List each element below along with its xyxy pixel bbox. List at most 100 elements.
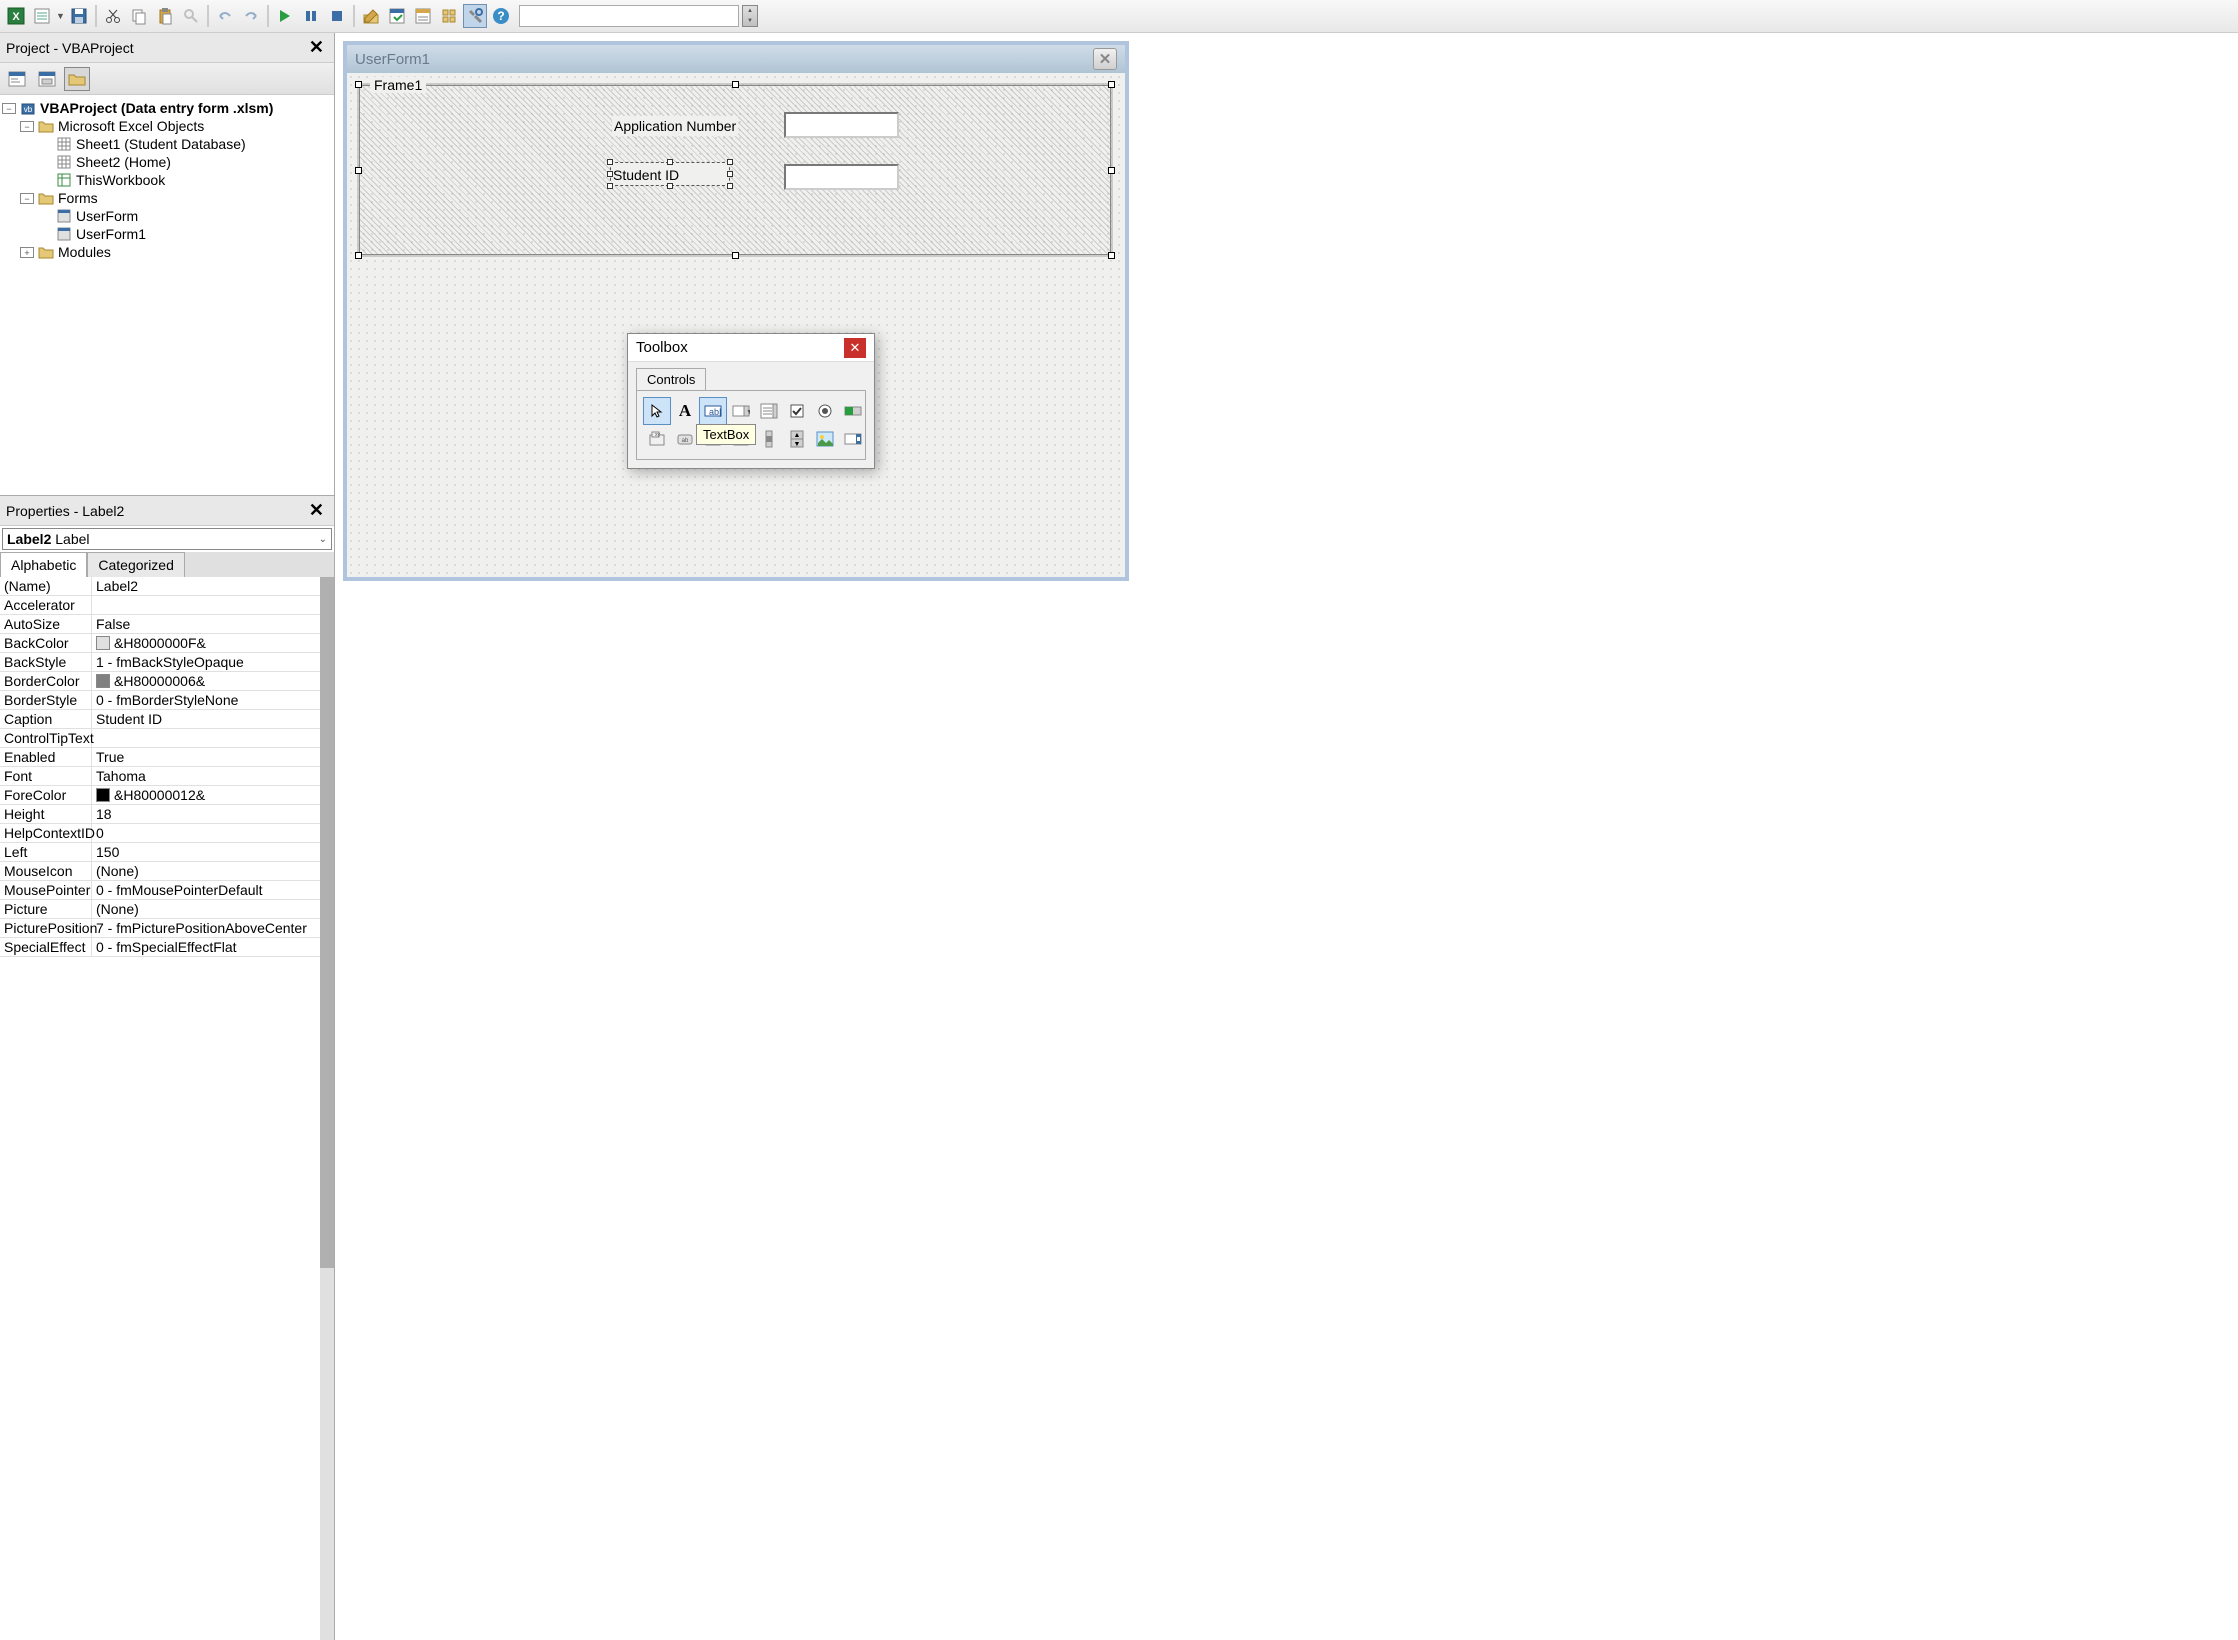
property-value[interactable]: 1 - fmBackStyleOpaque (92, 653, 334, 671)
property-value[interactable]: (None) (92, 900, 334, 918)
tree-forms[interactable]: − Forms (2, 189, 332, 207)
property-row[interactable]: (Name)Label2 (0, 577, 334, 596)
design-mode-icon[interactable] (359, 4, 383, 28)
property-row[interactable]: Accelerator (0, 596, 334, 615)
properties-object-selector[interactable]: Label2 Label ⌄ (2, 528, 332, 550)
paste-icon[interactable] (153, 4, 177, 28)
toolbox-tab-controls[interactable]: Controls (636, 368, 706, 390)
property-row[interactable]: PicturePosition7 - fmPicturePositionAbov… (0, 919, 334, 938)
property-row[interactable]: AutoSizeFalse (0, 615, 334, 634)
property-value[interactable]: Label2 (92, 577, 334, 595)
undo-icon[interactable] (213, 4, 237, 28)
property-value[interactable] (92, 604, 334, 606)
textbox-application-number[interactable] (784, 112, 899, 138)
property-row[interactable]: EnabledTrue (0, 748, 334, 767)
checkbox-tool-icon[interactable] (783, 397, 811, 425)
property-value[interactable]: 0 - fmMousePointerDefault (92, 881, 334, 899)
redo-icon[interactable] (239, 4, 263, 28)
toolbox-icon[interactable] (463, 4, 487, 28)
help-icon[interactable]: ? (489, 4, 513, 28)
property-value[interactable] (92, 737, 334, 739)
collapse-icon[interactable]: − (20, 193, 34, 204)
textbox-student-id[interactable] (784, 164, 899, 190)
property-row[interactable]: Picture(None) (0, 900, 334, 919)
property-row[interactable]: CaptionStudent ID (0, 710, 334, 729)
property-value[interactable]: &H80000006& (92, 672, 334, 690)
property-value[interactable]: 7 - fmPicturePositionAboveCenter (92, 919, 334, 937)
combobox-tool-icon[interactable]: ▼ (727, 397, 755, 425)
property-row[interactable]: ControlTipText (0, 729, 334, 748)
find-icon[interactable] (179, 4, 203, 28)
property-row[interactable]: BorderColor&H80000006& (0, 672, 334, 691)
textbox-tool-icon[interactable]: ab| (699, 397, 727, 425)
property-row[interactable]: FontTahoma (0, 767, 334, 786)
save-icon[interactable] (67, 4, 91, 28)
userform-close-icon[interactable]: ✕ (1093, 48, 1117, 70)
pointer-tool-icon[interactable] (643, 397, 671, 425)
run-icon[interactable] (273, 4, 297, 28)
tab-categorized[interactable]: Categorized (87, 552, 185, 577)
view-object-icon[interactable] (34, 67, 60, 91)
property-value[interactable]: &H8000000F& (92, 634, 334, 652)
tree-thisworkbook[interactable]: ThisWorkbook (2, 171, 332, 189)
togglebutton-tool-icon[interactable] (839, 397, 867, 425)
property-row[interactable]: Height18 (0, 805, 334, 824)
collapse-icon[interactable]: − (20, 121, 34, 132)
property-value[interactable]: 0 (92, 824, 334, 842)
tree-modules[interactable]: + Modules (2, 243, 332, 261)
property-row[interactable]: BackStyle1 - fmBackStyleOpaque (0, 653, 334, 672)
tree-userform[interactable]: UserForm (2, 207, 332, 225)
project-explorer-icon[interactable] (385, 4, 409, 28)
property-value[interactable]: Tahoma (92, 767, 334, 785)
property-row[interactable]: BackColor&H8000000F& (0, 634, 334, 653)
property-row[interactable]: MousePointer0 - fmMousePointerDefault (0, 881, 334, 900)
cut-icon[interactable] (101, 4, 125, 28)
property-row[interactable]: HelpContextID0 (0, 824, 334, 843)
copy-icon[interactable] (127, 4, 151, 28)
tree-userform1[interactable]: UserForm1 (2, 225, 332, 243)
property-row[interactable]: SpecialEffect0 - fmSpecialEffectFlat (0, 938, 334, 957)
toolbox-titlebar[interactable]: Toolbox ✕ (628, 334, 874, 362)
spinbutton-tool-icon[interactable]: ▲▼ (783, 425, 811, 453)
properties-close-icon[interactable]: ✕ (305, 500, 328, 521)
property-value[interactable]: 0 - fmSpecialEffectFlat (92, 938, 334, 956)
tree-excel-objects[interactable]: − Microsoft Excel Objects (2, 117, 332, 135)
expand-icon[interactable]: + (20, 247, 34, 258)
tree-root[interactable]: − vb VBAProject (Data entry form .xlsm) (2, 99, 332, 117)
property-value[interactable]: &H80000012& (92, 786, 334, 804)
properties-scrollbar[interactable] (320, 577, 334, 1640)
label-tool-icon[interactable]: A (671, 397, 699, 425)
tree-sheet1[interactable]: Sheet1 (Student Database) (2, 135, 332, 153)
break-icon[interactable] (299, 4, 323, 28)
label-student-id[interactable]: Student ID (610, 162, 730, 186)
view-menu-icon[interactable] (30, 4, 54, 28)
properties-window-icon[interactable] (411, 4, 435, 28)
toggle-folders-icon[interactable] (64, 67, 90, 91)
property-value[interactable]: 18 (92, 805, 334, 823)
view-code-icon[interactable] (4, 67, 30, 91)
combo-scroll[interactable]: ▲▼ (742, 5, 758, 27)
object-browser-icon[interactable] (437, 4, 461, 28)
scrollbar-tool-icon[interactable] (755, 425, 783, 453)
listbox-tool-icon[interactable] (755, 397, 783, 425)
label-application-number[interactable]: Application Number (612, 116, 738, 136)
project-panel-close-icon[interactable]: ✕ (305, 37, 328, 58)
tree-sheet2[interactable]: Sheet2 (Home) (2, 153, 332, 171)
frame-tool-icon[interactable]: xy (643, 425, 671, 453)
image-tool-icon[interactable] (811, 425, 839, 453)
property-value[interactable]: (None) (92, 862, 334, 880)
property-value[interactable]: True (92, 748, 334, 766)
toolbox-window[interactable]: Toolbox ✕ Controls A ab| ▼ (627, 333, 875, 469)
collapse-icon[interactable]: − (2, 103, 16, 114)
excel-icon[interactable]: X (4, 4, 28, 28)
tab-alphabetic[interactable]: Alphabetic (0, 552, 87, 577)
property-value[interactable]: 150 (92, 843, 334, 861)
commandbutton-tool-icon[interactable]: ab (671, 425, 699, 453)
userform-designer[interactable]: UserForm1 ✕ Frame1 Application Number (343, 41, 1129, 581)
procedure-combo[interactable] (519, 5, 739, 27)
property-value[interactable]: False (92, 615, 334, 633)
property-value[interactable]: Student ID (92, 710, 334, 728)
property-row[interactable]: MouseIcon(None) (0, 862, 334, 881)
property-value[interactable]: 0 - fmBorderStyleNone (92, 691, 334, 709)
optionbutton-tool-icon[interactable] (811, 397, 839, 425)
